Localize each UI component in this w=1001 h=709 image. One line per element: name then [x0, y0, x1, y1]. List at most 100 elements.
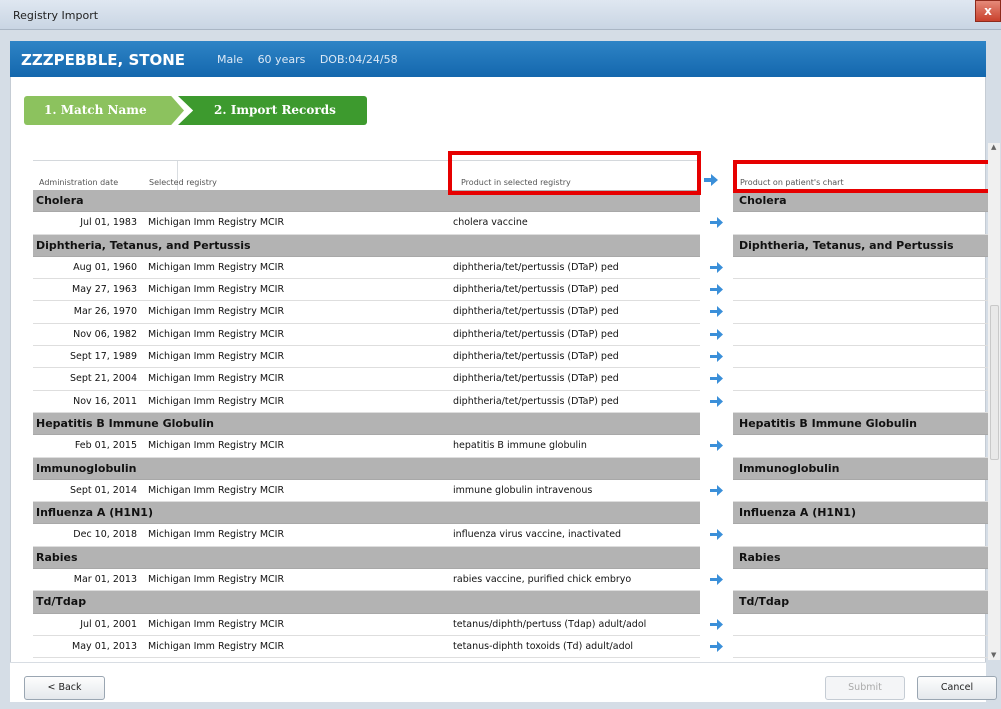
patient-chart-table: Cholera Diphtheria, Tetanus, and Pertussi… — [733, 190, 989, 659]
administration-date-cell: Mar 26, 1970 — [73, 306, 137, 318]
product-cell: diphtheria/tet/pertussis (DTaP) ped — [453, 306, 619, 318]
chart-product-cell[interactable] — [733, 324, 989, 347]
administration-date-cell: May 27, 1963 — [72, 284, 137, 296]
table-row[interactable]: May 01, 2013 Michigan Imm Registry MCIR te… — [33, 636, 700, 659]
submit-button[interactable]: Submit — [825, 676, 905, 700]
import-arrow-icon[interactable] — [710, 351, 723, 363]
group-title: Td/Tdap — [36, 595, 87, 609]
chart-product-cell[interactable] — [733, 301, 989, 324]
table-row[interactable]: Aug 01, 1960 Michigan Imm Registry MCIR di… — [33, 257, 700, 280]
table-row[interactable]: Mar 01, 2013 Michigan Imm Registry MCIR ra… — [33, 569, 700, 592]
table-row[interactable]: Nov 06, 1982 Michigan Imm Registry MCIR di… — [33, 324, 700, 347]
import-arrow-icon[interactable] — [710, 261, 723, 273]
scroll-up-icon[interactable]: ▲ — [991, 143, 996, 151]
group-header-row: Influenza A (H1N1) — [33, 502, 700, 525]
chart-product-cell[interactable] — [733, 368, 989, 391]
import-arrow-icon[interactable] — [710, 284, 723, 296]
chart-product-cell[interactable] — [733, 391, 989, 413]
chart-group-header-row: Influenza A (H1N1) — [733, 502, 989, 525]
scroll-down-icon[interactable]: ▼ — [991, 651, 996, 659]
arrow-row — [700, 614, 733, 636]
table-row[interactable]: Sept 17, 1989 Michigan Imm Registry MCIR d… — [33, 346, 700, 369]
import-arrow-icon[interactable] — [710, 618, 723, 630]
import-arrow-icon[interactable] — [710, 217, 723, 229]
import-arrow-icon[interactable] — [710, 395, 723, 407]
administration-date-cell: Sept 17, 1989 — [70, 351, 137, 363]
chart-product-cell[interactable] — [733, 636, 989, 659]
patient-sex: Male — [217, 53, 244, 66]
table-row[interactable]: Nov 16, 2011 Michigan Imm Registry MCIR di… — [33, 391, 700, 413]
patient-age: 60 years — [257, 53, 306, 66]
chart-product-cell[interactable] — [733, 212, 989, 235]
group-header-row: Rabies — [33, 546, 700, 570]
import-arrow-icon[interactable] — [710, 373, 723, 385]
chart-product-cell[interactable] — [733, 569, 989, 592]
import-arrow-icon[interactable] — [710, 484, 723, 496]
table-row[interactable]: Sept 01, 2014 Michigan Imm Registry MCIR i… — [33, 480, 700, 503]
administration-date-cell: Nov 06, 1982 — [73, 328, 137, 340]
registry-cell: Michigan Imm Registry MCIR — [148, 618, 285, 630]
chart-product-cell[interactable] — [733, 257, 989, 280]
table-row[interactable]: Mar 26, 1970 Michigan Imm Registry MCIR di… — [33, 301, 700, 324]
table-row[interactable]: Jul 01, 1983 Michigan Imm Registry MCIR ch… — [33, 212, 700, 235]
table-row[interactable]: May 27, 1963 Michigan Imm Registry MCIR di… — [33, 279, 700, 302]
import-arrow-icon[interactable] — [710, 574, 723, 586]
chart-product-cell[interactable] — [733, 279, 989, 302]
group-title: Rabies — [36, 550, 78, 564]
table-row[interactable]: Feb 01, 2015 Michigan Imm Registry MCIR he… — [33, 435, 700, 458]
import-arrow-icon[interactable] — [710, 440, 723, 452]
registry-cell: Michigan Imm Registry MCIR — [148, 395, 285, 407]
chart-product-cell[interactable] — [733, 346, 989, 369]
back-button[interactable]: < Back — [24, 676, 105, 700]
import-arrow-icon[interactable] — [710, 529, 723, 541]
chart-group-header-row: Cholera — [733, 190, 989, 213]
arrow-spacer — [700, 547, 733, 569]
highlight-box-chart-product — [733, 160, 992, 193]
product-cell: cholera vaccine — [453, 217, 528, 229]
cancel-button[interactable]: Cancel — [917, 676, 997, 700]
chart-group-title: Cholera — [739, 194, 787, 207]
chart-product-cell[interactable] — [733, 614, 989, 636]
product-cell: influenza virus vaccine, inactivated — [453, 529, 622, 541]
step-match-name[interactable]: 1. Match Name — [24, 96, 184, 125]
import-all-arrow-icon[interactable] — [704, 174, 718, 186]
table-row[interactable]: Jul 01, 2001 Michigan Imm Registry MCIR te… — [33, 614, 700, 636]
import-arrow-icon[interactable] — [710, 640, 723, 652]
chart-group-title: Diphtheria, Tetanus, and Pertussis — [739, 238, 954, 252]
chart-product-cell[interactable] — [733, 524, 989, 547]
group-title: Immunoglobulin — [36, 461, 137, 475]
registry-cell: Michigan Imm Registry MCIR — [148, 261, 285, 273]
chart-group-title: Td/Tdap — [739, 595, 790, 609]
chart-group-title: Rabies — [739, 550, 781, 564]
administration-date-cell: Jul 01, 1983 — [80, 217, 137, 229]
administration-date-cell: Sept 21, 2004 — [70, 373, 137, 385]
registry-cell: Michigan Imm Registry MCIR — [148, 328, 285, 340]
product-cell: diphtheria/tet/pertussis (DTaP) ped — [453, 261, 619, 273]
arrow-row — [700, 480, 733, 502]
administration-date-cell: Feb 01, 2015 — [74, 440, 137, 452]
chart-group-title: Influenza A (H1N1) — [739, 506, 856, 520]
product-cell: tetanus-diphth toxoids (Td) adult/adol — [453, 640, 634, 652]
highlight-box-registry-product — [448, 151, 701, 195]
scrollbar-thumb[interactable] — [990, 305, 999, 460]
import-arrow-icon[interactable] — [710, 306, 723, 318]
arrow-spacer — [700, 591, 733, 613]
arrow-spacer — [700, 502, 733, 524]
import-arrow-column — [700, 190, 733, 658]
import-arrow-icon[interactable] — [710, 328, 723, 340]
chart-product-cell[interactable] — [733, 435, 989, 458]
registry-cell: Michigan Imm Registry MCIR — [148, 440, 285, 452]
table-row[interactable]: Sept 21, 2004 Michigan Imm Registry MCIR d… — [33, 368, 700, 391]
close-button[interactable]: x — [975, 0, 1001, 22]
administration-date-cell: Jul 01, 2001 — [80, 618, 137, 630]
arrow-row — [700, 569, 733, 591]
registry-cell: Michigan Imm Registry MCIR — [148, 284, 285, 296]
product-cell: rabies vaccine, purified chick embryo — [453, 574, 632, 586]
table-row[interactable]: Dec 10, 2018 Michigan Imm Registry MCIR in… — [33, 524, 700, 547]
product-cell: immune globulin intravenous — [453, 484, 593, 496]
arrow-row — [700, 346, 733, 368]
arrow-spacer — [700, 190, 733, 212]
step-import-records[interactable]: 2. Import Records — [178, 96, 367, 125]
chart-product-cell[interactable] — [733, 480, 989, 503]
administration-date-cell: Sept 01, 2014 — [70, 484, 137, 496]
